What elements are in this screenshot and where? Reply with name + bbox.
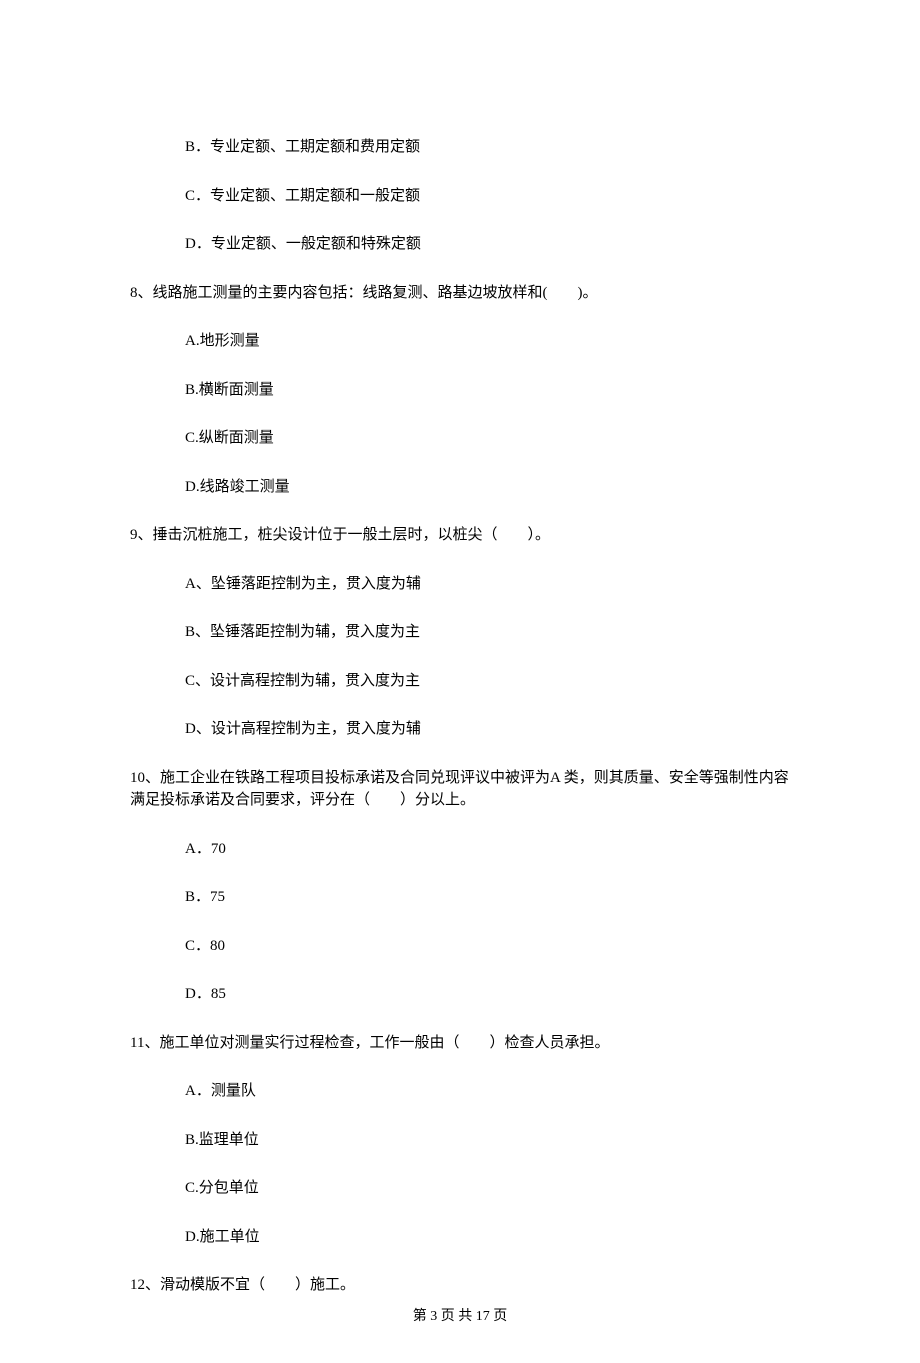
q11-option-c: C.分包单位 — [185, 1177, 790, 1200]
q8-option-b: B.横断面测量 — [185, 379, 790, 402]
q8-option-c: C.纵断面测量 — [185, 427, 790, 450]
q9-stem: 9、捶击沉桩施工，桩尖设计位于一般土层时，以桩尖（ ）。 — [130, 524, 790, 547]
q12-stem: 12、滑动模版不宜（ ）施工。 — [130, 1274, 790, 1297]
q8-option-a: A.地形测量 — [185, 330, 790, 353]
q7-option-b: B．专业定额、工期定额和费用定额 — [185, 136, 790, 159]
q9-option-a: A、坠锤落距控制为主，贯入度为辅 — [185, 573, 790, 596]
q11-option-d: D.施工单位 — [185, 1226, 790, 1249]
q9-option-c: C、设计高程控制为辅，贯入度为主 — [185, 670, 790, 693]
q7-option-c: C．专业定额、工期定额和一般定额 — [185, 185, 790, 208]
q7-option-d: D．专业定额、一般定额和特殊定额 — [185, 233, 790, 256]
q11-option-a: A．测量队 — [185, 1080, 790, 1103]
q8-option-d: D.线路竣工测量 — [185, 476, 790, 499]
q10-stem: 10、施工企业在铁路工程项目投标承诺及合同兑现评议中被评为A 类，则其质量、安全… — [130, 767, 790, 812]
q9-option-d: D、设计高程控制为主，贯入度为辅 — [185, 718, 790, 741]
q10-option-c: C．80 — [185, 935, 790, 958]
q10-option-a: A．70 — [185, 838, 790, 861]
q11-stem: 11、施工单位对测量实行过程检查，工作一般由（ ）检查人员承担。 — [130, 1032, 790, 1055]
q10-option-b: B．75 — [185, 886, 790, 909]
document-page: B．专业定额、工期定额和费用定额 C．专业定额、工期定额和一般定额 D．专业定额… — [0, 0, 920, 1363]
q11-option-b: B.监理单位 — [185, 1129, 790, 1152]
q9-option-b: B、坠锤落距控制为辅，贯入度为主 — [185, 621, 790, 644]
q10-option-d: D．85 — [185, 983, 790, 1006]
q8-stem: 8、线路施工测量的主要内容包括：线路复测、路基边坡放样和( )。 — [130, 282, 790, 305]
page-footer: 第 3 页 共 17 页 — [0, 1306, 920, 1327]
